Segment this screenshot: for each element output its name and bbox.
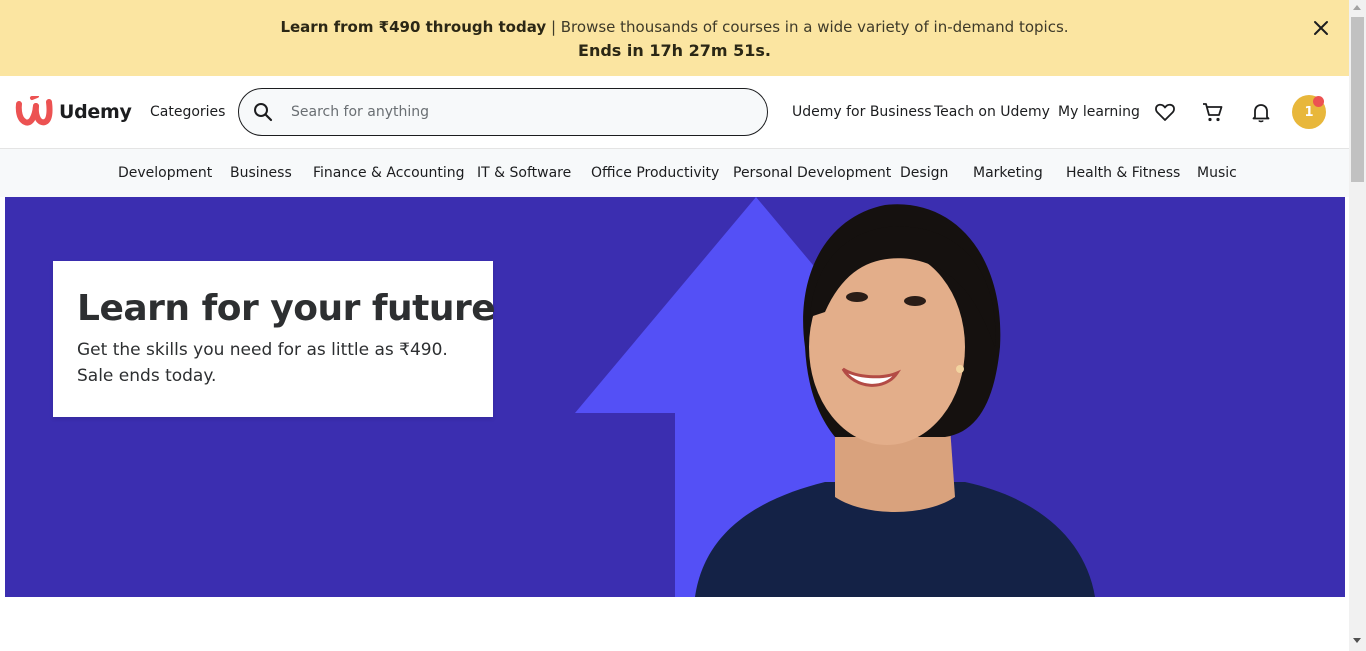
scroll-thumb[interactable] <box>1351 17 1364 182</box>
scroll-up-arrow-icon[interactable] <box>1353 5 1361 10</box>
promo-message: Learn from ₹490 through today | Browse t… <box>0 17 1349 37</box>
hero-title: Learn for your future <box>77 288 496 329</box>
promo-rest-text: Browse thousands of courses in a wide va… <box>560 18 1069 36</box>
notification-dot <box>1313 96 1324 107</box>
promo-separator: | <box>546 18 561 36</box>
vertical-scrollbar[interactable] <box>1349 0 1366 651</box>
promo-bold-text: Learn from ₹490 through today <box>280 18 547 36</box>
udemy-logo-icon <box>15 96 53 126</box>
scroll-down-arrow-icon[interactable] <box>1353 638 1361 643</box>
category-it-software[interactable]: IT & Software <box>477 165 571 181</box>
category-business[interactable]: Business <box>230 165 292 181</box>
hero-subtitle: Get the skills you need for as little as… <box>77 340 448 386</box>
promo-banner: Learn from ₹490 through today | Browse t… <box>0 0 1349 76</box>
search-icon[interactable] <box>253 102 273 122</box>
bell-icon[interactable] <box>1249 100 1273 124</box>
category-nav: Development Business Finance & Accountin… <box>0 149 1349 197</box>
logo-text: Udemy <box>59 101 132 123</box>
heart-icon[interactable] <box>1153 100 1177 124</box>
search-bar <box>238 88 768 136</box>
categories-menu[interactable]: Categories <box>150 104 225 120</box>
category-office-productivity[interactable]: Office Productivity <box>591 165 719 181</box>
search-input[interactable] <box>291 101 731 123</box>
header: Udemy Categories Udemy for Business Teac… <box>0 76 1349 149</box>
promo-countdown: Ends in 17h 27m 51s. <box>578 41 771 60</box>
avatar-initial: 1 <box>1304 104 1314 120</box>
udemy-logo[interactable]: Udemy <box>15 96 132 128</box>
teach-on-udemy-link[interactable]: Teach on Udemy <box>934 104 1050 120</box>
close-icon[interactable] <box>1310 17 1332 39</box>
udemy-for-business-link[interactable]: Udemy for Business <box>792 104 932 120</box>
my-learning-link[interactable]: My learning <box>1058 104 1140 120</box>
category-design[interactable]: Design <box>900 165 948 181</box>
category-development[interactable]: Development <box>118 165 212 181</box>
category-finance-accounting[interactable]: Finance & Accounting <box>313 165 465 181</box>
category-music[interactable]: Music <box>1197 165 1237 181</box>
hero-banner: Learn for your future Get the skills you… <box>5 197 1345 597</box>
category-marketing[interactable]: Marketing <box>973 165 1043 181</box>
category-health-fitness[interactable]: Health & Fitness <box>1066 165 1180 181</box>
cart-icon[interactable] <box>1201 100 1225 124</box>
category-personal-development[interactable]: Personal Development <box>733 165 891 181</box>
hero-card: Learn for your future Get the skills you… <box>53 261 496 417</box>
